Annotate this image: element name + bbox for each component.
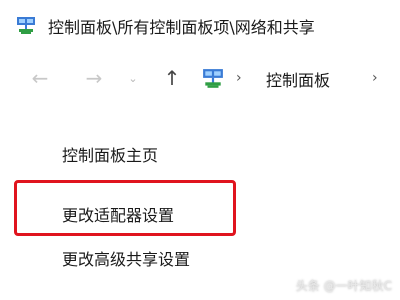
breadcrumb-separator-icon[interactable]: › <box>372 70 378 86</box>
address-control-panel-icon <box>202 68 224 90</box>
address-bar: ← → ⌄ ↑ › 控制面板 › <box>0 60 400 96</box>
forward-arrow-icon[interactable]: → <box>82 66 106 90</box>
recent-locations-chevron-icon[interactable]: ⌄ <box>126 68 140 88</box>
breadcrumb-control-panel[interactable]: 控制面板 <box>266 67 330 91</box>
watermark-text: 头条 @一叶知秋C <box>295 279 392 293</box>
sidebar-item-change-advanced-sharing[interactable]: 更改高级共享设置 <box>62 246 190 270</box>
back-arrow-icon[interactable]: ← <box>28 66 52 90</box>
control-panel-icon <box>16 16 36 36</box>
up-arrow-icon[interactable]: ↑ <box>160 66 184 90</box>
breadcrumb-separator-icon[interactable]: › <box>236 70 242 86</box>
sidebar-item-control-panel-home[interactable]: 控制面板主页 <box>62 142 158 166</box>
sidebar-item-change-adapter-settings[interactable]: 更改适配器设置 <box>62 202 174 226</box>
window-root: 控制面板\所有控制面板项\网络和共享 ← → ⌄ ↑ › 控制面板 › 控制面板… <box>0 0 400 300</box>
window-title: 控制面板\所有控制面板项\网络和共享 <box>48 18 315 37</box>
title-bar: 控制面板\所有控制面板项\网络和共享 <box>0 10 400 40</box>
